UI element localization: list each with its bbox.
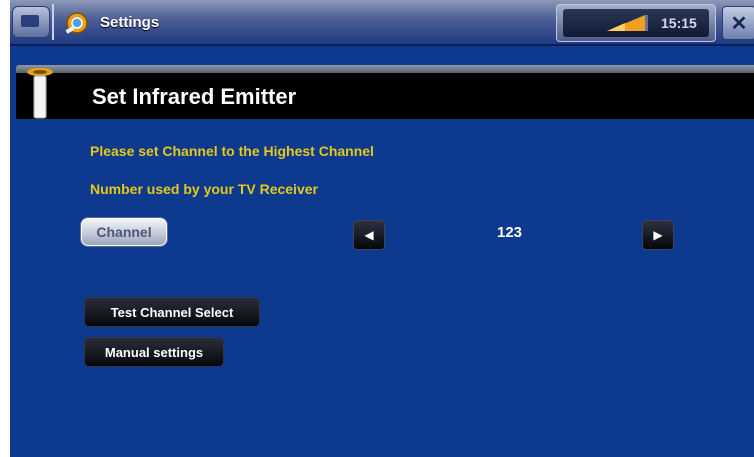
arrow-left-icon: ◀ xyxy=(364,228,374,242)
test-channel-select-button[interactable]: Test Channel Select xyxy=(84,297,260,327)
heading-strip xyxy=(16,65,754,73)
channel-button[interactable]: Channel xyxy=(81,218,167,246)
clock: 15:15 xyxy=(661,15,697,31)
page-title: Set Infrared Emitter xyxy=(92,84,297,109)
instruction-line-2: Number used by your TV Receiver xyxy=(90,181,318,197)
close-icon: ✕ xyxy=(730,12,748,35)
channel-button-label: Channel xyxy=(96,224,152,240)
instruction-line-1: Please set Channel to the Highest Channe… xyxy=(90,143,374,159)
app-title: Settings xyxy=(100,14,160,31)
channel-next-button[interactable]: ▶ xyxy=(642,220,674,250)
manual-settings-button[interactable]: Manual settings xyxy=(84,337,224,367)
status-inner: 15:15 xyxy=(563,9,709,37)
top-bar: Settings 15:15 ✕ xyxy=(10,0,754,46)
app-menu-button[interactable] xyxy=(12,6,50,38)
channel-value: 123 xyxy=(497,224,523,241)
settings-gear-icon xyxy=(65,12,88,34)
arrow-right-icon: ▶ xyxy=(653,228,663,242)
menu-icon xyxy=(21,15,39,27)
channel-prev-button[interactable]: ◀ xyxy=(353,220,385,250)
title-area: Settings xyxy=(52,4,554,40)
status-box: 15:15 xyxy=(556,4,716,42)
infrared-emitter-icon xyxy=(27,68,53,119)
screen: Settings 15:15 ✕ Set Infrared Emitter Pl… xyxy=(10,0,754,457)
test-channel-select-label: Test Channel Select xyxy=(110,304,234,320)
manual-settings-label: Manual settings xyxy=(104,344,204,360)
signal-strength-icon xyxy=(607,15,648,31)
close-button[interactable]: ✕ xyxy=(722,6,754,40)
